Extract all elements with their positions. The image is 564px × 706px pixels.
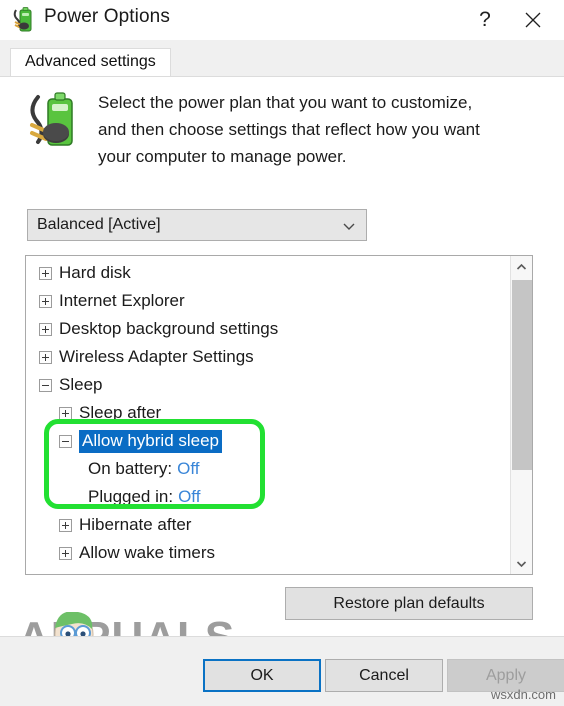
cancel-button-label: Cancel <box>359 666 409 684</box>
tree-node-row[interactable]: Allow hybrid sleep <box>26 427 510 455</box>
tree-node-label: Internet Explorer <box>59 291 185 310</box>
collapse-icon[interactable] <box>39 575 52 576</box>
tree-node-row[interactable]: Allow wake timers <box>26 539 510 567</box>
tree-node-row[interactable]: Sleep <box>26 371 510 399</box>
intro-section: Select the power plan that you want to c… <box>0 89 540 170</box>
power-plan-value: Balanced [Active] <box>37 216 161 233</box>
tree-node-row[interactable]: Desktop background settings <box>26 315 510 343</box>
restore-button-label: Restore plan defaults <box>333 594 485 612</box>
title-bar: Power Options ? <box>0 0 564 40</box>
restore-plan-defaults-button[interactable]: Restore plan defaults <box>285 587 533 620</box>
expand-icon[interactable] <box>39 266 52 280</box>
tree-node-row[interactable]: Internet Explorer <box>26 287 510 315</box>
tab-strip: Advanced settings <box>0 40 564 77</box>
close-button[interactable] <box>510 0 556 40</box>
close-icon <box>525 12 541 28</box>
tree-scrollbar[interactable] <box>510 256 532 574</box>
tree-node-label: Allow wake timers <box>79 543 216 562</box>
help-button[interactable]: ? <box>462 0 508 40</box>
window-title: Power Options <box>44 6 170 27</box>
power-options-dialog: Power Options ? Advanced settings Select… <box>0 0 564 706</box>
setting-label: Plugged in: <box>88 487 174 506</box>
expand-icon[interactable] <box>59 546 72 560</box>
tree-node-row[interactable]: Hibernate after <box>26 511 510 539</box>
expand-icon[interactable] <box>39 294 52 308</box>
collapse-icon[interactable] <box>39 378 52 392</box>
intro-text: Select the power plan that you want to c… <box>98 93 480 166</box>
tree-items-container: Hard disk Internet Explorer Desktop backgr… <box>26 256 510 574</box>
advanced-settings-tree[interactable]: Hard disk Internet Explorer Desktop backgr… <box>25 255 533 575</box>
site-watermark: wsxdn.com <box>490 687 556 702</box>
expand-icon[interactable] <box>59 518 72 532</box>
tab-label: Advanced settings <box>25 53 156 70</box>
tree-node-label: Hibernate after <box>79 515 192 534</box>
chevron-down-icon <box>516 560 527 567</box>
cancel-button[interactable]: Cancel <box>325 659 443 692</box>
tree-node-label: USB settings <box>59 571 157 574</box>
help-icon: ? <box>479 8 491 31</box>
tab-advanced-settings[interactable]: Advanced settings <box>10 48 171 77</box>
power-plan-dropdown[interactable]: Balanced [Active] <box>27 209 367 241</box>
tree-node-row[interactable]: Wireless Adapter Settings <box>26 343 510 371</box>
tree-node-label: Allow hybrid sleep <box>79 429 223 453</box>
dialog-body: Select the power plan that you want to c… <box>0 76 564 636</box>
tree-node-label: Hard disk <box>59 263 131 282</box>
dialog-footer: OK Cancel Apply wsxdn.com <box>0 636 564 706</box>
ok-button[interactable]: OK <box>203 659 321 692</box>
tree-node-label: Wireless Adapter Settings <box>59 347 254 366</box>
expand-icon[interactable] <box>59 406 72 420</box>
setting-label: On battery: <box>88 459 173 478</box>
tree-node-row[interactable]: USB settings <box>26 567 510 576</box>
tree-node-label: Sleep after <box>79 403 162 422</box>
expand-icon[interactable] <box>39 350 52 364</box>
expand-icon[interactable] <box>39 322 52 336</box>
battery-plug-icon <box>30 92 73 146</box>
scrollbar-thumb[interactable] <box>512 280 532 470</box>
scroll-down-button[interactable] <box>511 553 532 574</box>
tree-node-label: Desktop background settings <box>59 319 279 338</box>
tree-setting-row[interactable]: Plugged in: Off <box>26 483 510 511</box>
setting-value[interactable]: Off <box>177 459 199 479</box>
chevron-up-icon <box>516 263 527 270</box>
collapse-icon[interactable] <box>59 434 72 448</box>
power-plug-battery-icon <box>13 7 32 32</box>
chevron-down-icon <box>343 223 355 230</box>
tree-node-row[interactable]: Hard disk <box>26 259 510 287</box>
tree-node-row[interactable]: Sleep after <box>26 399 510 427</box>
apply-button-label: Apply <box>485 666 527 684</box>
tree-setting-row[interactable]: On battery: Off <box>26 455 510 483</box>
setting-value[interactable]: Off <box>178 487 200 507</box>
tree-node-label: Sleep <box>59 375 103 394</box>
ok-button-label: OK <box>250 666 274 684</box>
scroll-up-button[interactable] <box>511 256 532 277</box>
